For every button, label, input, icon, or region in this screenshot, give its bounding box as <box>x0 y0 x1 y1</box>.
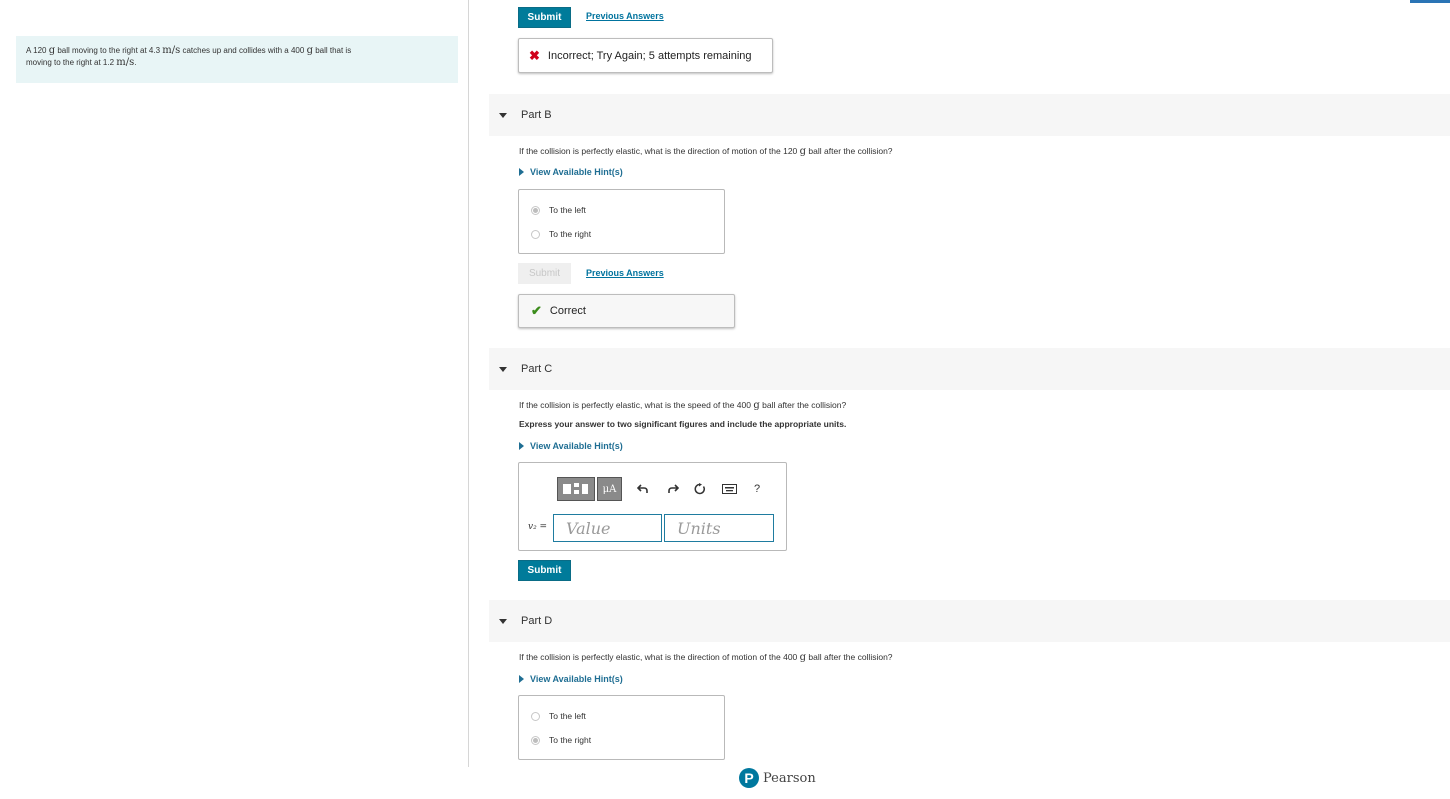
help-icon[interactable]: ? <box>751 481 763 497</box>
units-icon[interactable]: μA <box>597 477 622 501</box>
check-icon: ✔ <box>531 303 542 318</box>
caret-down-icon <box>499 618 507 624</box>
radio-selected-icon[interactable] <box>531 735 540 745</box>
part-d-choices: To the left To the right <box>518 695 725 760</box>
value-input[interactable]: Value <box>553 514 662 542</box>
radio-selected-icon[interactable] <box>531 205 540 215</box>
part-b-choices: To the left To the right <box>518 189 725 254</box>
pearson-footer: P Pearson <box>739 768 816 788</box>
caret-down-icon <box>499 366 507 372</box>
part-c-hint-link[interactable]: View Available Hint(s) <box>519 441 623 451</box>
reset-icon[interactable] <box>693 482 707 496</box>
part-d-choice-right[interactable]: To the right <box>531 735 591 745</box>
part-d-question: If the collision is perfectly elastic, w… <box>519 652 893 663</box>
part-b-question: If the collision is perfectly elastic, w… <box>519 146 893 157</box>
part-c-instruction: Express your answer to two significant f… <box>519 419 847 429</box>
part-a-feedback: ✖ Incorrect; Try Again; 5 attempts remai… <box>518 38 773 73</box>
template-glyph <box>563 483 588 494</box>
problem-line-2: moving to the right at 1.2 m/s. <box>26 57 137 68</box>
part-c-title: Part C <box>521 363 553 375</box>
template-icon[interactable] <box>557 477 595 501</box>
part-c-question: If the collision is perfectly elastic, w… <box>519 400 847 411</box>
part-d-hint-link[interactable]: View Available Hint(s) <box>519 674 623 684</box>
x-icon: ✖ <box>529 47 540 63</box>
part-d-choice-left[interactable]: To the left <box>531 711 586 721</box>
pearson-logo-icon: P <box>739 768 759 788</box>
part-c-answer-box: μA ? v₂ = Value Units <box>518 462 787 551</box>
part-a-feedback-text: Incorrect; Try Again; 5 attempts remaini… <box>547 49 752 62</box>
part-a-submit-button[interactable]: Submit <box>518 7 571 28</box>
units-input[interactable]: Units <box>664 514 774 542</box>
part-b-hint-link[interactable]: View Available Hint(s) <box>519 167 623 177</box>
redo-icon[interactable] <box>666 482 680 496</box>
undo-icon[interactable] <box>636 482 650 496</box>
review-link[interactable] <box>1410 0 1450 3</box>
part-b-title: Part B <box>521 109 552 121</box>
part-b-header[interactable]: Part B <box>489 94 1450 136</box>
triangle-right-icon <box>519 675 524 683</box>
part-b-feedback-text: Correct <box>549 305 586 317</box>
part-b-submit-button[interactable]: Submit <box>518 263 571 284</box>
problem-statement: A 120 g ball moving to the right at 4.3 … <box>16 36 458 83</box>
v2-label: v₂ = <box>528 522 548 532</box>
triangle-right-icon <box>519 168 524 176</box>
part-d-title: Part D <box>521 615 553 627</box>
triangle-right-icon <box>519 442 524 450</box>
caret-down-icon <box>499 112 507 118</box>
part-a-previous-answers-link[interactable]: Previous Answers <box>586 11 664 21</box>
part-c-submit-button[interactable]: Submit <box>518 560 571 581</box>
keyboard-icon[interactable] <box>721 483 737 495</box>
part-b-choice-left[interactable]: To the left <box>531 205 586 215</box>
part-b-previous-answers-link[interactable]: Previous Answers <box>586 268 664 278</box>
part-b-feedback: ✔ Correct <box>518 294 735 328</box>
pearson-brand: Pearson <box>763 770 816 786</box>
part-d-header[interactable]: Part D <box>489 600 1450 642</box>
radio-icon[interactable] <box>531 229 540 239</box>
problem-line-1: A 120 g ball moving to the right at 4.3 … <box>26 45 352 56</box>
panel-divider <box>468 0 469 767</box>
part-c-header[interactable]: Part C <box>489 348 1450 390</box>
part-b-choice-right[interactable]: To the right <box>531 229 591 239</box>
radio-icon[interactable] <box>531 711 540 721</box>
